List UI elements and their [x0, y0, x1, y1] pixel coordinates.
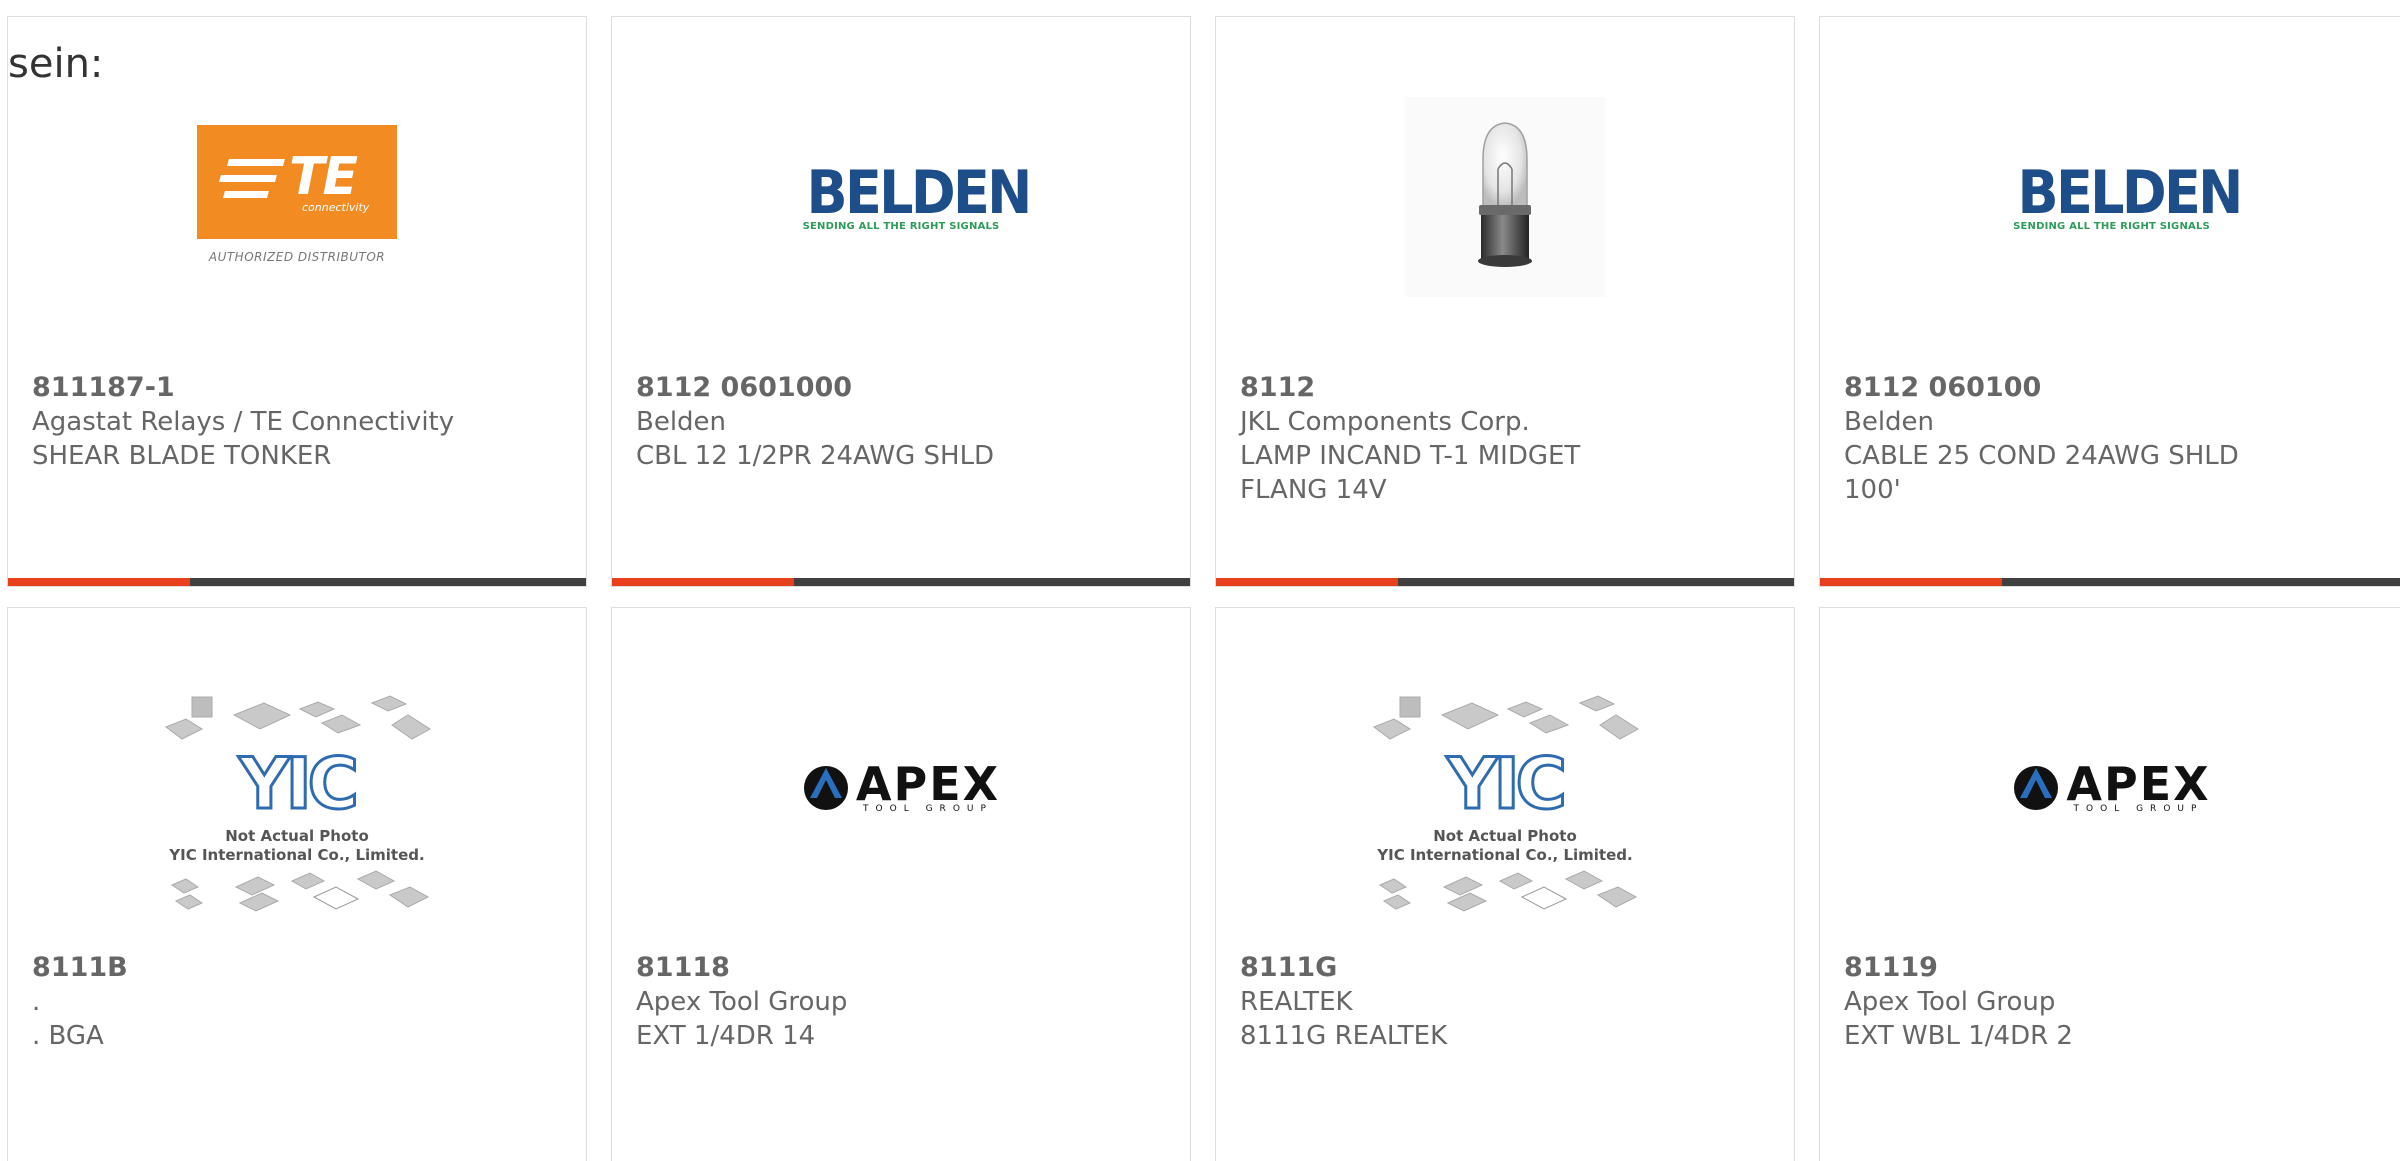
product-image[interactable]: YIC Not Actual Photo YIC International C…: [1216, 684, 1794, 934]
manufacturer: JKL Components Corp.: [1240, 407, 1530, 437]
yic-placeholder: YIC Not Actual Photo YIC International C…: [1370, 689, 1640, 929]
product-image[interactable]: APEX TOOL GROUP: [612, 648, 1190, 928]
part-number[interactable]: 811187-1: [32, 371, 562, 405]
yic-placeholder: YIC Not Actual Photo YIC International C…: [162, 689, 432, 929]
manufacturer: Belden: [1844, 407, 1935, 437]
manufacturer: Belden: [636, 407, 727, 437]
product-card[interactable]: YIC Not Actual Photo YIC International C…: [1215, 607, 1795, 1161]
belden-logo: BELDEN SENDING ALL THE RIGHT SIGNALS: [2013, 157, 2243, 232]
description: EXT 1/4DR 14: [636, 1021, 816, 1051]
product-image[interactable]: BELDEN SENDING ALL THE RIGHT SIGNALS: [1820, 57, 2400, 337]
part-number[interactable]: 8111G: [1240, 951, 1770, 985]
product-card[interactable]: APEX TOOL GROUP 81119 Apex Tool Group EX…: [1819, 607, 2400, 1161]
description: 8111G REALTEK: [1240, 1021, 1448, 1051]
product-image[interactable]: APEX TOOL GROUP: [1820, 648, 2400, 928]
part-number[interactable]: 8112: [1240, 371, 1770, 405]
part-number[interactable]: 8112 0601000: [636, 371, 1166, 405]
intro-text: sein:: [8, 41, 104, 87]
description: CBL 12 1/2PR 24AWG SHLD: [636, 441, 995, 471]
description: . BGA: [32, 1021, 104, 1051]
product-card[interactable]: APEX TOOL GROUP 81118 Apex Tool Group EX…: [611, 607, 1191, 1161]
product-image[interactable]: BELDEN SENDING ALL THE RIGHT SIGNALS: [612, 57, 1190, 337]
product-image[interactable]: YIC Not Actual Photo YIC International C…: [8, 684, 586, 934]
description: LAMP INCAND T-1 MIDGET FLANG 14V: [1240, 441, 1581, 505]
product-card[interactable]: BELDEN SENDING ALL THE RIGHT SIGNALS 811…: [1819, 16, 2400, 587]
part-number[interactable]: 8112 060100: [1844, 371, 2374, 405]
manufacturer: Apex Tool Group: [636, 987, 848, 1017]
part-number[interactable]: 81118: [636, 951, 1166, 985]
manufacturer: REALTEK: [1240, 987, 1353, 1017]
description: SHEAR BLADE TONKER: [32, 441, 332, 471]
part-number[interactable]: 81119: [1844, 951, 2374, 985]
te-connectivity-logo: TE connectivity AUTHORIZED DISTRIBUTOR: [194, 125, 400, 269]
manufacturer: Agastat Relays / TE Connectivity: [32, 407, 455, 437]
card-accent-bar: [8, 578, 586, 586]
incandescent-lamp-photo: [1405, 97, 1605, 297]
product-card[interactable]: BELDEN SENDING ALL THE RIGHT SIGNALS 811…: [611, 16, 1191, 587]
product-image[interactable]: TE connectivity AUTHORIZED DISTRIBUTOR: [8, 57, 586, 337]
description: CABLE 25 COND 24AWG SHLD 100': [1844, 441, 2239, 505]
manufacturer: Apex Tool Group: [1844, 987, 2056, 1017]
manufacturer: .: [32, 987, 41, 1017]
product-image[interactable]: [1216, 57, 1794, 337]
part-number[interactable]: 8111B: [32, 951, 562, 985]
product-card[interactable]: YIC Not Actual Photo YIC International C…: [7, 607, 587, 1161]
description: EXT WBL 1/4DR 2: [1844, 1021, 2073, 1051]
card-accent-bar: [1216, 578, 1794, 586]
product-card[interactable]: TE connectivity AUTHORIZED DISTRIBUTOR 8…: [7, 16, 587, 587]
card-accent-bar: [1820, 578, 2400, 586]
apex-tool-group-logo: APEX TOOL GROUP: [2012, 761, 2210, 814]
product-card[interactable]: 8112 JKL Components Corp. LAMP INCAND T-…: [1215, 16, 1795, 587]
card-accent-bar: [612, 578, 1190, 586]
belden-logo: BELDEN SENDING ALL THE RIGHT SIGNALS: [802, 157, 1033, 232]
apex-tool-group-logo: APEX TOOL GROUP: [802, 761, 1000, 814]
